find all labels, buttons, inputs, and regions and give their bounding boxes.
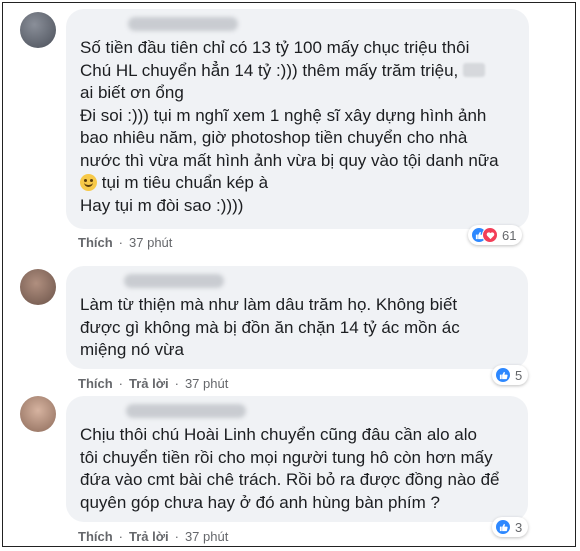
reaction-count: 5 (515, 367, 523, 383)
reaction-count: 3 (515, 519, 523, 535)
reaction-count: 61 (502, 227, 517, 243)
redacted-mark (462, 62, 485, 77)
separator-dot: · (118, 376, 124, 391)
like-reaction-icon (495, 519, 511, 535)
like-link[interactable]: Thích (78, 529, 113, 544)
love-reaction-icon (482, 227, 498, 243)
separator-dot: · (118, 235, 124, 250)
avatar[interactable] (20, 269, 56, 305)
comment-actions: Thích · Trả lời · 37 phút (78, 376, 228, 391)
comment-actions: Thích · 37 phút (78, 235, 172, 250)
smiley-emoji-icon (80, 174, 97, 191)
separator-dot: · (118, 529, 124, 544)
comment-bubble: Chịu thôi chú Hoài Linh chuyển cũng đâu … (66, 396, 528, 522)
comment-text: Số tiền đầu tiên chỉ có 13 tỷ 100 mấy ch… (80, 38, 499, 215)
reply-link[interactable]: Trả lời (129, 529, 169, 544)
separator-dot: · (174, 529, 179, 544)
timestamp[interactable]: 37 phút (185, 376, 228, 391)
avatar[interactable] (20, 396, 56, 432)
blurred-commenter-name[interactable] (128, 17, 238, 31)
timestamp[interactable]: 37 phút (129, 235, 172, 250)
comment-text: Chịu thôi chú Hoài Linh chuyển cũng đâu … (80, 425, 500, 512)
comment-bubble: Làm từ thiện mà như làm dâu trăm họ. Khô… (66, 266, 528, 369)
reaction-summary[interactable]: 61 (468, 225, 523, 245)
like-reaction-icon (495, 367, 511, 383)
avatar[interactable] (20, 12, 56, 48)
comment-actions: Thích · Trả lời · 37 phút (78, 529, 228, 544)
blurred-commenter-name[interactable] (126, 404, 246, 418)
like-link[interactable]: Thích (78, 235, 113, 250)
separator-dot: · (174, 376, 179, 391)
blurred-commenter-name[interactable] (124, 274, 224, 288)
like-link[interactable]: Thích (78, 376, 113, 391)
timestamp[interactable]: 37 phút (185, 529, 228, 544)
comment-text: Làm từ thiện mà như làm dâu trăm họ. Khô… (80, 295, 460, 359)
reply-link[interactable]: Trả lời (129, 376, 169, 391)
reaction-summary[interactable]: 3 (492, 517, 529, 537)
comments-panel: Số tiền đầu tiên chỉ có 13 tỷ 100 mấy ch… (2, 2, 576, 547)
comment-bubble: Số tiền đầu tiên chỉ có 13 tỷ 100 mấy ch… (66, 9, 529, 229)
reaction-summary[interactable]: 5 (492, 365, 529, 385)
